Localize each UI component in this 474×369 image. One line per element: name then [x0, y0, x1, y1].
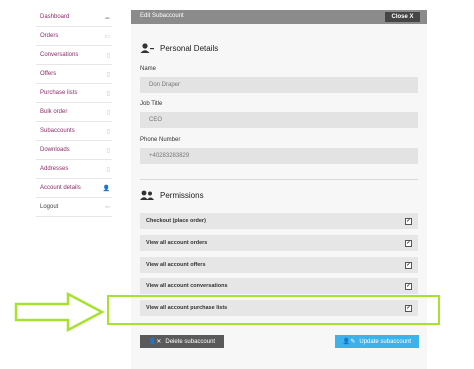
update-subaccount-button[interactable]: 👤✎ Update subaccount — [335, 335, 419, 348]
modal-header: Edit Subaccount Close X — [131, 10, 427, 24]
checkbox-checked-icon[interactable]: ✓ — [405, 217, 412, 225]
sidebar-item-addresses[interactable]: Addresses ▯ — [36, 160, 112, 179]
highlight-box — [107, 295, 440, 325]
user-icon: 👤 — [102, 185, 110, 192]
checkbox-checked-icon[interactable]: ✓ — [405, 261, 412, 269]
section-divider — [140, 179, 418, 180]
cloud-icon: ☁ — [104, 14, 110, 21]
sidebar-item-downloads[interactable]: Downloads ▯ — [36, 141, 112, 160]
permission-view-offers[interactable]: View all account offers ✓ — [140, 257, 418, 273]
document-icon: ▯ — [106, 109, 110, 116]
sidebar-item-label: Account details — [40, 185, 81, 191]
button-label: Update subaccount — [359, 338, 412, 345]
permission-label: View all account offers — [146, 262, 206, 268]
document-icon: ▯ — [106, 71, 110, 78]
close-button[interactable]: Close X — [385, 12, 420, 22]
sidebar-item-label: Bulk order — [40, 109, 68, 115]
section-title: Permissions — [160, 190, 204, 200]
sidebar-item-bulk-order[interactable]: Bulk order ▯ — [36, 103, 112, 122]
sidebar-item-account-details[interactable]: Account details 👤 — [36, 179, 112, 198]
name-field[interactable]: Don Draper — [140, 77, 418, 93]
phone-field[interactable]: +40283283829 — [140, 148, 418, 164]
job-title-label: Job Title — [140, 101, 163, 107]
remove-user-icon: 👤✕ — [148, 339, 162, 345]
permission-label: View all account orders — [146, 240, 208, 246]
sidebar-item-label: Subaccounts — [40, 128, 75, 134]
user-edit-icon — [140, 43, 154, 53]
name-label: Name — [140, 66, 157, 72]
account-sidebar: Dashboard ☁ Orders ▭ Conversations ▯ Off… — [36, 8, 112, 217]
permission-view-conversations[interactable]: View all account conversations ✓ — [140, 278, 418, 294]
sidebar-item-label: Logout — [40, 204, 59, 210]
permission-view-orders[interactable]: View all account orders ✓ — [140, 235, 418, 251]
permission-checkout[interactable]: Checkout (place order) ✓ — [140, 213, 418, 229]
document-icon: ▯ — [106, 90, 110, 97]
personal-details-heading: Personal Details — [140, 43, 218, 53]
button-label: Delete subaccount — [165, 338, 216, 345]
sidebar-item-purchase-lists[interactable]: Purchase lists ▯ — [36, 84, 112, 103]
sidebar-item-label: Purchase lists — [40, 90, 78, 96]
sidebar-item-logout[interactable]: Logout ⇦ — [36, 198, 112, 217]
section-title: Personal Details — [160, 43, 219, 53]
sidebar-item-subaccounts[interactable]: Subaccounts ▯ — [36, 122, 112, 141]
sidebar-item-dashboard[interactable]: Dashboard ☁ — [36, 8, 112, 27]
document-icon: ▯ — [106, 166, 110, 173]
sidebar-item-label: Downloads — [40, 147, 70, 153]
phone-label: Phone Number — [140, 137, 181, 143]
sidebar-item-label: Offers — [40, 71, 57, 77]
sidebar-item-label: Dashboard — [40, 14, 70, 20]
permission-label: Checkout (place order) — [146, 218, 206, 224]
document-icon: ▯ — [106, 128, 110, 135]
checkbox-checked-icon[interactable]: ✓ — [405, 282, 412, 290]
sidebar-item-label: Addresses — [40, 166, 69, 172]
sidebar-item-label: Orders — [40, 33, 59, 39]
modal-title: Edit Subaccount — [140, 13, 184, 19]
delete-subaccount-button[interactable]: 👤✕ Delete subaccount — [140, 335, 224, 348]
sidebar-item-label: Conversations — [40, 52, 79, 58]
document-icon: ▯ — [106, 147, 110, 154]
logout-icon: ⇦ — [104, 204, 110, 211]
edit-user-icon: 👤✎ — [342, 339, 356, 345]
permission-label: View all account conversations — [146, 283, 228, 289]
sidebar-item-offers[interactable]: Offers ▯ — [36, 65, 112, 84]
box-icon: ▭ — [104, 33, 110, 40]
sidebar-item-conversations[interactable]: Conversations ▯ — [36, 46, 112, 65]
document-icon: ▯ — [106, 52, 110, 59]
sidebar-item-orders[interactable]: Orders ▭ — [36, 27, 112, 46]
annotation-arrow-icon — [14, 292, 105, 332]
permissions-heading: Permissions — [140, 190, 204, 200]
checkbox-checked-icon[interactable]: ✓ — [405, 239, 412, 247]
job-title-field[interactable]: CEO — [140, 112, 418, 128]
users-icon — [140, 190, 154, 200]
